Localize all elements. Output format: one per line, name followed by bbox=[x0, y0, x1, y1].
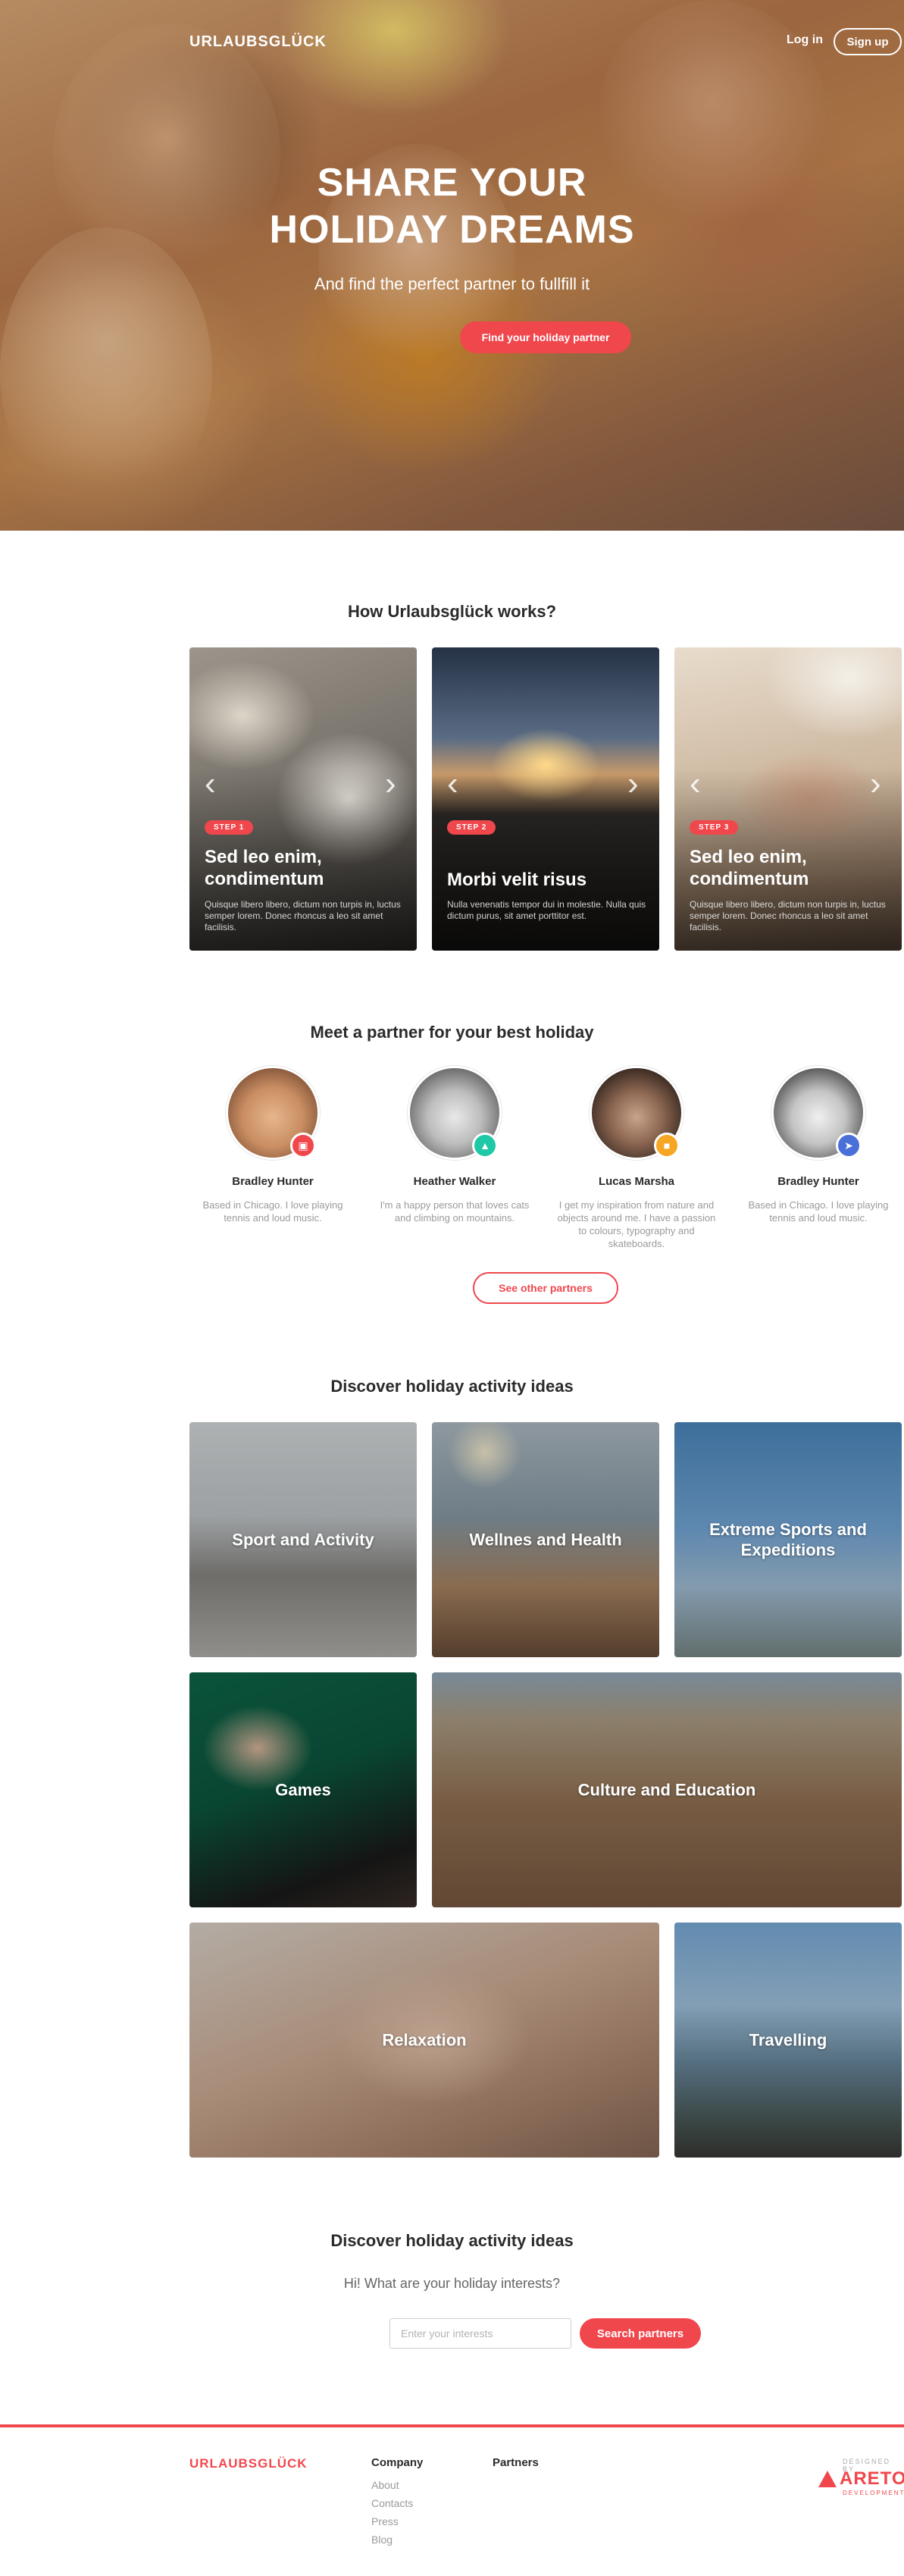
chevron-left-icon[interactable]: ‹ bbox=[447, 765, 458, 803]
footer-link-about[interactable]: About bbox=[371, 2479, 399, 2491]
designer-name: ARETO bbox=[840, 2468, 904, 2489]
activity-tile-extreme[interactable]: Extreme Sports and Expeditions bbox=[674, 1422, 902, 1657]
hero-subtitle: And find the perfect partner to fullfill… bbox=[314, 274, 590, 293]
interests-input[interactable] bbox=[389, 2318, 571, 2349]
partner-card[interactable]: ▲ Heather Walker I'm a happy person that… bbox=[364, 1066, 546, 1224]
how-it-works-title: How Urlaubsglück works? bbox=[347, 602, 557, 621]
partner-description: I'm a happy person that loves cats and c… bbox=[380, 1199, 530, 1224]
footer-divider bbox=[0, 2424, 904, 2427]
designer-logo[interactable]: ARETO bbox=[818, 2468, 904, 2490]
see-other-partners-button[interactable]: See other partners bbox=[473, 1272, 618, 1304]
signup-button[interactable]: Sign up bbox=[834, 28, 902, 55]
chevron-right-icon[interactable]: › bbox=[627, 765, 639, 803]
partner-name[interactable]: Bradley Hunter bbox=[727, 1175, 904, 1188]
footer-partners-heading[interactable]: Partners bbox=[493, 2456, 539, 2469]
landing-page: URLAUBSGLÜCK Log in Sign up SHARE YOUR H… bbox=[0, 0, 904, 2576]
activity-tile-travelling[interactable]: Travelling bbox=[674, 1923, 902, 2158]
activity-label: Culture and Education bbox=[577, 1780, 756, 1800]
partner-description: Based in Chicago. I love playing tennis … bbox=[748, 1199, 889, 1224]
mountain-icon: ▲ bbox=[472, 1133, 498, 1158]
send-icon: ➤ bbox=[836, 1133, 862, 1158]
step-badge: STEP 1 bbox=[205, 820, 254, 835]
designer-subtitle: DEVELOPMENT bbox=[843, 2490, 904, 2496]
activities-title: Discover holiday activity ideas bbox=[330, 1377, 574, 1396]
step-description: Quisque libero libero, dictum non turpis… bbox=[205, 899, 401, 932]
partner-description: Based in Chicago. I love playing tennis … bbox=[202, 1199, 343, 1224]
activity-tile-wellness[interactable]: Wellnes and Health bbox=[432, 1422, 659, 1657]
activity-label: Travelling bbox=[749, 2030, 827, 2050]
areto-triangle-icon bbox=[818, 2471, 837, 2487]
briefcase-icon: ▣ bbox=[290, 1133, 316, 1158]
hero-section: URLAUBSGLÜCK Log in Sign up SHARE YOUR H… bbox=[0, 0, 904, 531]
chevron-left-icon[interactable]: ‹ bbox=[690, 765, 701, 803]
activity-tile-culture[interactable]: Culture and Education bbox=[432, 1672, 902, 1907]
brand-logo[interactable]: URLAUBSGLÜCK bbox=[189, 33, 327, 51]
partner-card[interactable]: ■ Lucas Marsha I get my inspiration from… bbox=[546, 1066, 727, 1250]
partners-title: Meet a partner for your best holiday bbox=[310, 1023, 594, 1042]
step-title: Sed leo enim, condimentum bbox=[205, 847, 324, 889]
hero-overlay bbox=[0, 0, 904, 531]
activity-label: Sport and Activity bbox=[232, 1530, 374, 1550]
find-partner-button[interactable]: Find your holiday partner bbox=[460, 321, 631, 353]
partner-card[interactable]: ▣ Bradley Hunter Based in Chicago. I lov… bbox=[182, 1066, 364, 1224]
hero-title: SHARE YOUR HOLIDAY DREAMS bbox=[0, 159, 904, 253]
interests-title: Discover holiday activity ideas bbox=[330, 2231, 574, 2250]
chevron-left-icon[interactable]: ‹ bbox=[205, 765, 216, 803]
footer-brand[interactable]: URLAUBSGLÜCK bbox=[189, 2456, 308, 2471]
partner-name[interactable]: Lucas Marsha bbox=[546, 1175, 727, 1188]
interests-subtitle: Hi! What are your holiday interests? bbox=[343, 2276, 561, 2291]
activity-tile-relaxation[interactable]: Relaxation bbox=[189, 1923, 659, 2158]
chevron-right-icon[interactable]: › bbox=[870, 765, 881, 803]
search-partners-button[interactable]: Search partners bbox=[580, 2318, 701, 2349]
activity-label: Games bbox=[275, 1780, 331, 1800]
partner-name[interactable]: Bradley Hunter bbox=[182, 1175, 364, 1188]
footer-company-heading: Company bbox=[371, 2456, 424, 2469]
footer-link-press[interactable]: Press bbox=[371, 2515, 399, 2527]
footer-link-blog[interactable]: Blog bbox=[371, 2534, 393, 2546]
activity-tile-games[interactable]: Games bbox=[189, 1672, 417, 1907]
step-description: Nulla venenatis tempor dui in molestie. … bbox=[447, 899, 646, 921]
step-badge: STEP 2 bbox=[447, 820, 496, 835]
activity-label: Extreme Sports and Expeditions bbox=[709, 1520, 867, 1559]
footer-link-contacts[interactable]: Contacts bbox=[371, 2497, 413, 2509]
partner-description: I get my inspiration from nature and obj… bbox=[557, 1199, 716, 1249]
activity-label: Wellnes and Health bbox=[469, 1530, 622, 1550]
step-card[interactable]: ‹ › STEP 2 Morbi velit risus Nulla venen… bbox=[432, 647, 659, 951]
step-card[interactable]: ‹ › STEP 3 Sed leo enim, condimentum Qui… bbox=[674, 647, 902, 951]
lock-icon: ■ bbox=[654, 1133, 680, 1158]
step-badge: STEP 3 bbox=[690, 820, 739, 835]
hero-title-line-1: SHARE YOUR bbox=[317, 161, 587, 205]
partner-card[interactable]: ➤ Bradley Hunter Based in Chicago. I lov… bbox=[727, 1066, 904, 1224]
chevron-right-icon[interactable]: › bbox=[385, 765, 396, 803]
step-card[interactable]: ‹ › STEP 1 Sed leo enim, condimentum Qui… bbox=[189, 647, 417, 951]
step-title: Morbi velit risus bbox=[447, 870, 587, 890]
login-link[interactable]: Log in bbox=[787, 33, 823, 47]
hero-title-line-2: HOLIDAY DREAMS bbox=[269, 208, 635, 252]
activity-label: Relaxation bbox=[382, 2030, 467, 2050]
partner-name[interactable]: Heather Walker bbox=[364, 1175, 546, 1188]
step-description: Quisque libero libero, dictum non turpis… bbox=[690, 899, 886, 932]
activity-tile-sport[interactable]: Sport and Activity bbox=[189, 1422, 417, 1657]
step-title: Sed leo enim, condimentum bbox=[690, 847, 809, 889]
